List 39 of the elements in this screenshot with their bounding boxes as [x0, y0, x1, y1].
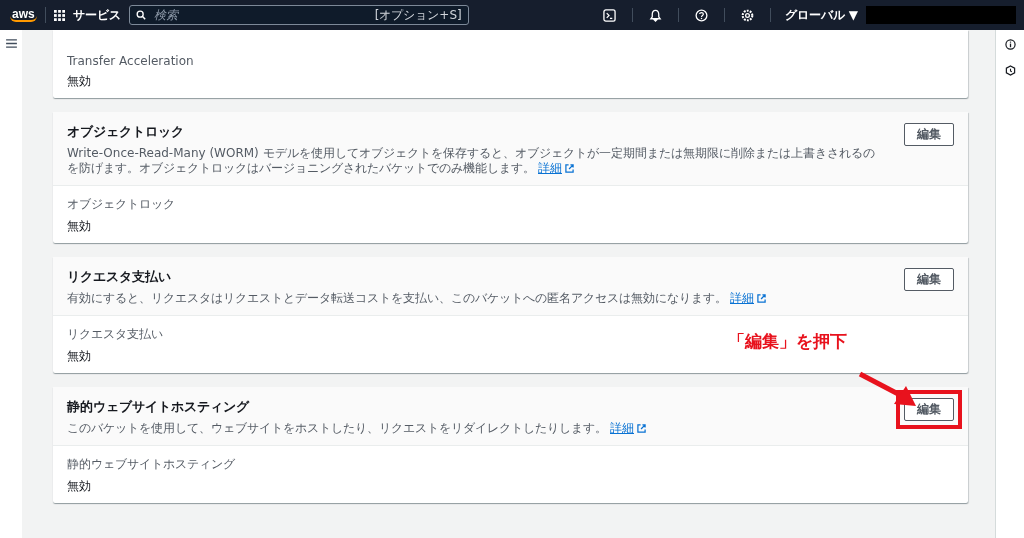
field-value: 無効	[67, 348, 91, 365]
services-menu[interactable]: サービス	[72, 6, 121, 24]
card-description: 有効にすると、リクエスタはリクエストとデータ転送コストを支払い、このバケットへの匿名アクセスは無効になります。 詳細	[67, 291, 886, 306]
search-field[interactable]: 検索 [オプション+S]	[128, 5, 469, 25]
learn-more-link[interactable]: 詳細	[610, 421, 646, 435]
edit-button[interactable]: 編集	[904, 268, 954, 291]
edit-button[interactable]: 編集	[904, 123, 954, 146]
menu-icon[interactable]	[5, 39, 17, 48]
external-link-icon	[757, 294, 766, 303]
card-description: このバケットを使用して、ウェブサイトをホストしたり、リクエストをリダイレクトしたりします。 詳細	[67, 421, 886, 436]
card-title: リクエスタ支払い	[67, 268, 172, 286]
external-link-icon	[565, 164, 574, 173]
terminal-icon[interactable]	[602, 8, 616, 22]
field-value: 無効	[67, 218, 91, 235]
card-title: オブジェクトロック	[67, 123, 185, 141]
region-menu[interactable]: グローバル ▼	[784, 6, 858, 24]
card-title: 静的ウェブサイトホスティング	[67, 398, 251, 416]
field-label: オブジェクトロック	[67, 196, 175, 213]
shortcut-hint: [オプション+S]	[374, 6, 462, 24]
field-value: 無効	[67, 478, 91, 495]
search-icon	[135, 10, 146, 20]
info-icon[interactable]	[1004, 39, 1016, 50]
settings-icon[interactable]	[740, 8, 754, 22]
aws-logo[interactable]: aws	[10, 8, 37, 22]
hexagon-icon[interactable]	[1004, 65, 1016, 76]
field-value: 無効	[67, 73, 91, 90]
help-icon[interactable]	[694, 8, 708, 22]
external-link-icon	[637, 424, 646, 433]
grid-icon[interactable]	[53, 9, 65, 21]
field-label: 静的ウェブサイトホスティング	[67, 456, 235, 473]
bell-icon[interactable]	[648, 8, 662, 22]
field-label: リクエスタ支払い	[67, 326, 163, 343]
edit-button[interactable]: 編集	[904, 398, 954, 421]
search-field[interactable]: 検索	[153, 8, 367, 22]
learn-more-link[interactable]: 詳細	[730, 291, 766, 305]
field-label: Transfer Acceleration	[67, 54, 194, 68]
card-description: Write-Once-Read-Many (WORM) モデルを使用してオブジェクトを保存すると、オブジェクトが一定期間または無期限に削除または上書きされるのを防げます。オブジェクトロックはバージョニングされたバケットでのみ機能します。 詳細	[67, 146, 876, 176]
annotation-text: 「編集」を押下	[728, 330, 847, 353]
learn-more-link[interactable]: 詳細	[538, 161, 574, 175]
